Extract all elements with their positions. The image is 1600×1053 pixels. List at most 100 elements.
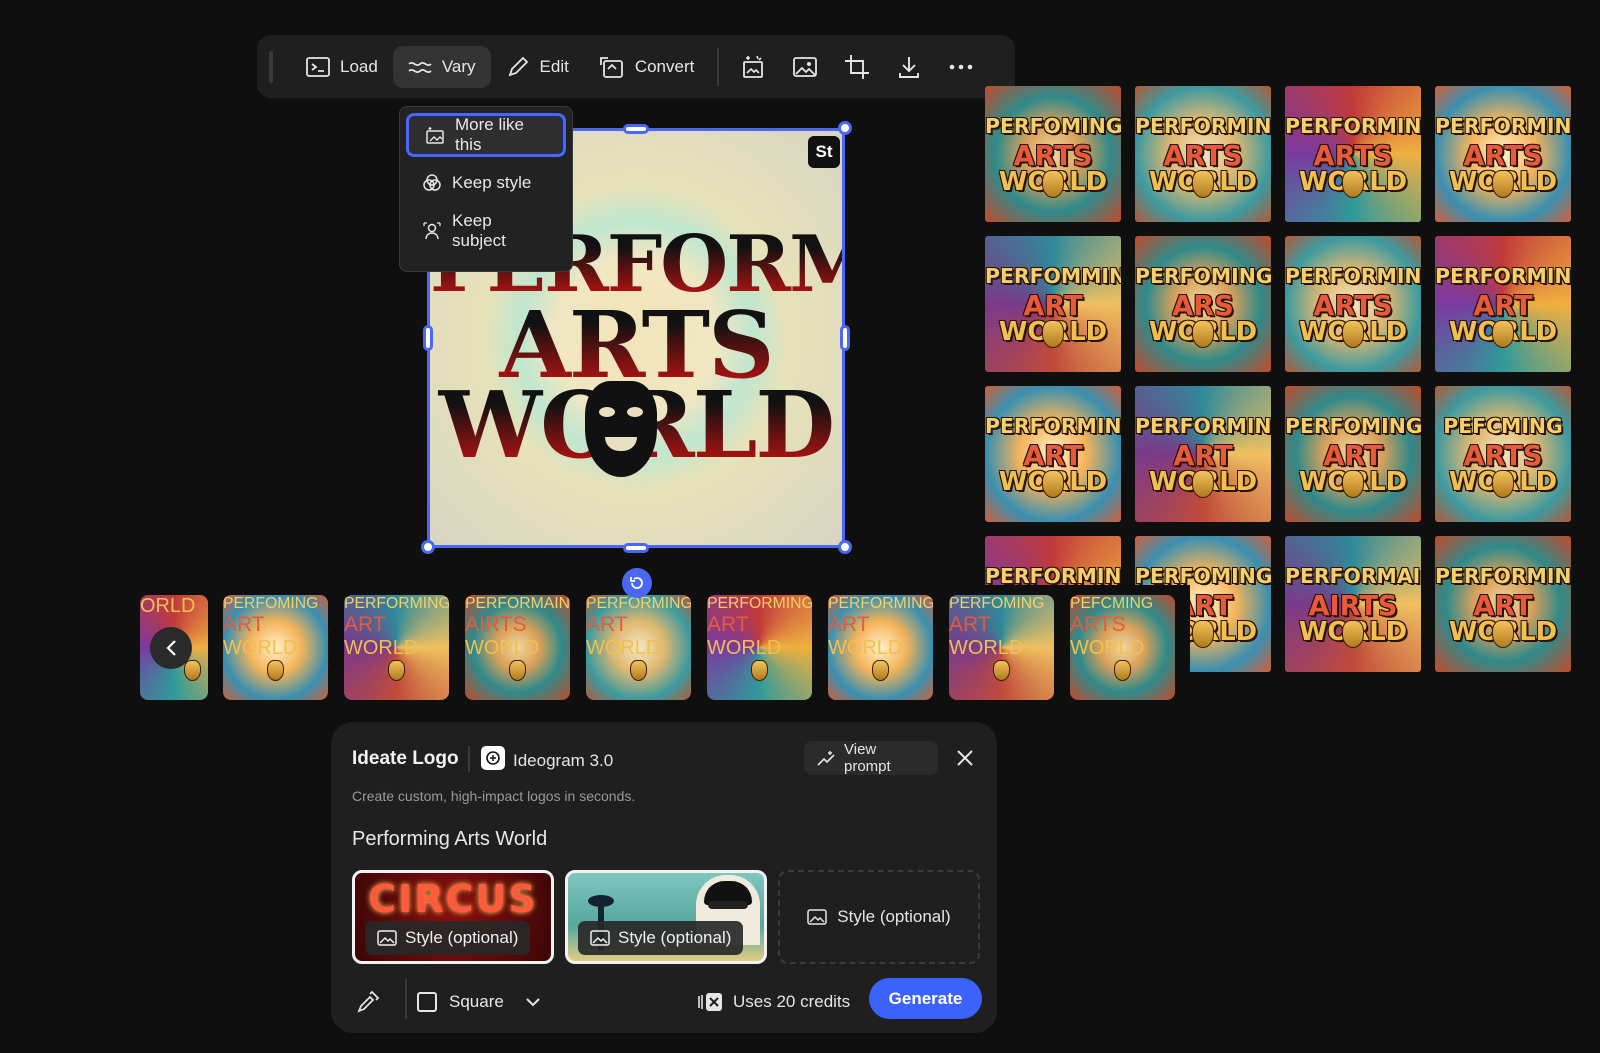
crop-icon[interactable] xyxy=(831,46,883,88)
theatre-mask-icon xyxy=(1342,620,1364,648)
style-reference-circus[interactable]: CIRCUS Style (optional) xyxy=(352,870,554,964)
tile-text-line: WORLD xyxy=(465,637,540,659)
credits-info: Uses 20 credits xyxy=(697,986,850,1018)
theatre-mask-icon xyxy=(1342,320,1364,348)
tile-text-line: PERFORMING xyxy=(1435,263,1571,288)
result-thumbnail[interactable]: PERFORMINGARTWORLD xyxy=(1135,386,1271,522)
model-name[interactable]: Ideogram 3.0 xyxy=(513,751,613,771)
tile-text-line: ART xyxy=(223,613,265,636)
view-prompt-button[interactable]: View prompt xyxy=(804,741,938,775)
more-icon[interactable] xyxy=(935,46,987,88)
ideogram-logo-icon xyxy=(481,746,505,770)
panel-subtitle: Create custom, high-impact logos in seco… xyxy=(352,788,636,804)
resize-handle-top[interactable] xyxy=(623,124,649,134)
result-thumbnail[interactable]: PERFOMINGARTSWORLD xyxy=(985,86,1121,222)
result-thumbnail[interactable]: PEFCMINGARTSWORLD xyxy=(1435,386,1571,522)
tile-text-line: ART xyxy=(344,613,386,636)
filmstrip-thumbnail[interactable]: PERFOMING ART WORLD xyxy=(949,595,1054,700)
style-reference-retro[interactable]: Style (optional) xyxy=(565,870,767,964)
tile-text-line: PERFORMING xyxy=(1285,113,1421,138)
tile-text-line: ARTS xyxy=(1070,613,1126,636)
image-icon xyxy=(807,909,828,925)
result-thumbnail[interactable]: PERFORMINGARTWORLD xyxy=(1435,236,1571,372)
image-icon[interactable] xyxy=(779,46,831,88)
edit-label: Edit xyxy=(539,56,569,76)
vary-label: Vary xyxy=(441,56,476,76)
result-thumbnail[interactable]: PERFOMMINGARTWORLD xyxy=(985,236,1121,372)
tile-text-line: WORLD xyxy=(1070,637,1145,659)
theatre-mask-icon xyxy=(993,660,1010,682)
chevron-down-icon xyxy=(526,997,540,1007)
filmstrip-thumbnail[interactable]: PERFORMING ART WORLD xyxy=(828,595,933,700)
theatre-mask-icon xyxy=(509,660,526,682)
keep-subject-item[interactable]: Keep subject xyxy=(406,209,566,253)
top-toolbar: Load Vary Edit Convert xyxy=(257,35,1015,98)
resize-handle-bottom[interactable] xyxy=(623,543,649,553)
resize-handle-right[interactable] xyxy=(840,325,850,351)
result-thumbnail[interactable]: PERFORMINGARTSWORLD xyxy=(1285,236,1421,372)
tile-text-line: PERFORMAING xyxy=(1285,563,1421,588)
style-label-text-3: Style (optional) xyxy=(837,907,951,926)
result-thumbnail[interactable]: PERFORMINGARTWORLD xyxy=(985,386,1121,522)
tile-text-line: PERFORMING xyxy=(344,595,449,612)
resize-handle-left[interactable] xyxy=(423,325,433,351)
keep-style-item[interactable]: Keep style xyxy=(406,161,566,205)
filmstrip-thumbnail[interactable]: PEFCMING ARTS WORLD xyxy=(1070,595,1175,700)
tile-text-line: ARS xyxy=(1172,291,1234,323)
edit-button[interactable]: Edit xyxy=(491,46,584,88)
more-like-this-item[interactable]: More like this xyxy=(406,113,566,157)
tile-text-line: PEFCMING xyxy=(1070,595,1154,612)
result-thumbnail[interactable]: PERFOMINGARTWORLD xyxy=(1285,386,1421,522)
eyedropper-button[interactable] xyxy=(352,986,384,1018)
rotate-button[interactable] xyxy=(622,568,652,598)
load-button[interactable]: Load xyxy=(291,46,393,88)
aspect-label: Square xyxy=(449,992,504,1011)
resize-handle-top-right[interactable] xyxy=(838,121,852,135)
tile-text-line: ARTS xyxy=(1463,441,1543,473)
result-thumbnail[interactable]: PERFORMINGARTWORLD xyxy=(1435,536,1571,672)
style-label-text-2: Style (optional) xyxy=(618,928,732,947)
tile-text-line: ARTS xyxy=(1013,141,1093,173)
eyedropper-icon xyxy=(356,990,380,1014)
tile-text-line: PERFORMING xyxy=(707,595,812,612)
filmstrip-thumbnail[interactable]: PERFORMAINGAIRTSWORLD xyxy=(465,595,570,700)
tile-text-line: PERFORMING xyxy=(828,595,933,612)
circus-text: CIRCUS xyxy=(368,877,538,921)
theatre-mask-icon xyxy=(1192,170,1214,198)
theatre-mask-icon xyxy=(1192,470,1214,498)
style-label-2: Style (optional) xyxy=(578,921,744,955)
style-label-text-1: Style (optional) xyxy=(405,928,519,947)
generate-variations-icon[interactable] xyxy=(727,46,779,88)
result-thumbnail[interactable]: PERFORMINGARTSWORLD xyxy=(1285,86,1421,222)
toolbar-drag-handle[interactable] xyxy=(269,50,273,83)
result-thumbnail[interactable]: PERFORMINGARTSWORLD xyxy=(1135,86,1271,222)
tile-text-line: AIRTS xyxy=(1308,591,1398,623)
result-thumbnail[interactable]: PERFOMINGARSWORLD xyxy=(1135,236,1271,372)
download-icon[interactable] xyxy=(883,46,935,88)
generate-button[interactable]: Generate xyxy=(869,978,982,1019)
vary-button[interactable]: Vary xyxy=(392,45,491,88)
filmstrip-thumbnail[interactable]: PERFORMING ART WORLD xyxy=(344,595,449,700)
result-thumbnail[interactable]: PERFORMAINGAIRTSWORLD xyxy=(1285,536,1421,672)
tile-text-line: WORLD xyxy=(828,637,903,659)
tile-text-line: WORLD xyxy=(223,637,298,659)
image-icon xyxy=(590,930,610,946)
subject-icon xyxy=(422,221,442,241)
aspect-ratio-select[interactable]: Square xyxy=(417,986,540,1018)
result-thumbnail[interactable]: PERFORMINGARTSWORLD xyxy=(1435,86,1571,222)
tile-text-line: PERFORMING xyxy=(1435,563,1571,588)
filmstrip-thumbnail[interactable]: PERFOMING ART WORLD xyxy=(223,595,328,700)
theatre-mask-icon xyxy=(630,660,647,682)
prompt-text[interactable]: Performing Arts World xyxy=(352,828,547,851)
style-reference-empty[interactable]: Style (optional) xyxy=(778,870,980,964)
convert-button[interactable]: Convert xyxy=(584,46,710,88)
close-panel-button[interactable] xyxy=(951,744,979,772)
credits-label: Uses 20 credits xyxy=(733,992,851,1011)
filmstrip-prev-button[interactable] xyxy=(150,627,192,669)
filmstrip-thumbnail[interactable]: PERFORMING ART WORLD xyxy=(586,595,691,700)
resize-handle-bottom-left[interactable] xyxy=(421,540,435,554)
filmstrip-thumbnail[interactable]: PERFORMING ART WORLD xyxy=(707,595,812,700)
resize-handle-bottom-right[interactable] xyxy=(838,540,852,554)
tile-text-line: PERFOMING xyxy=(985,113,1121,138)
keep-subject-label: Keep subject xyxy=(452,211,506,250)
